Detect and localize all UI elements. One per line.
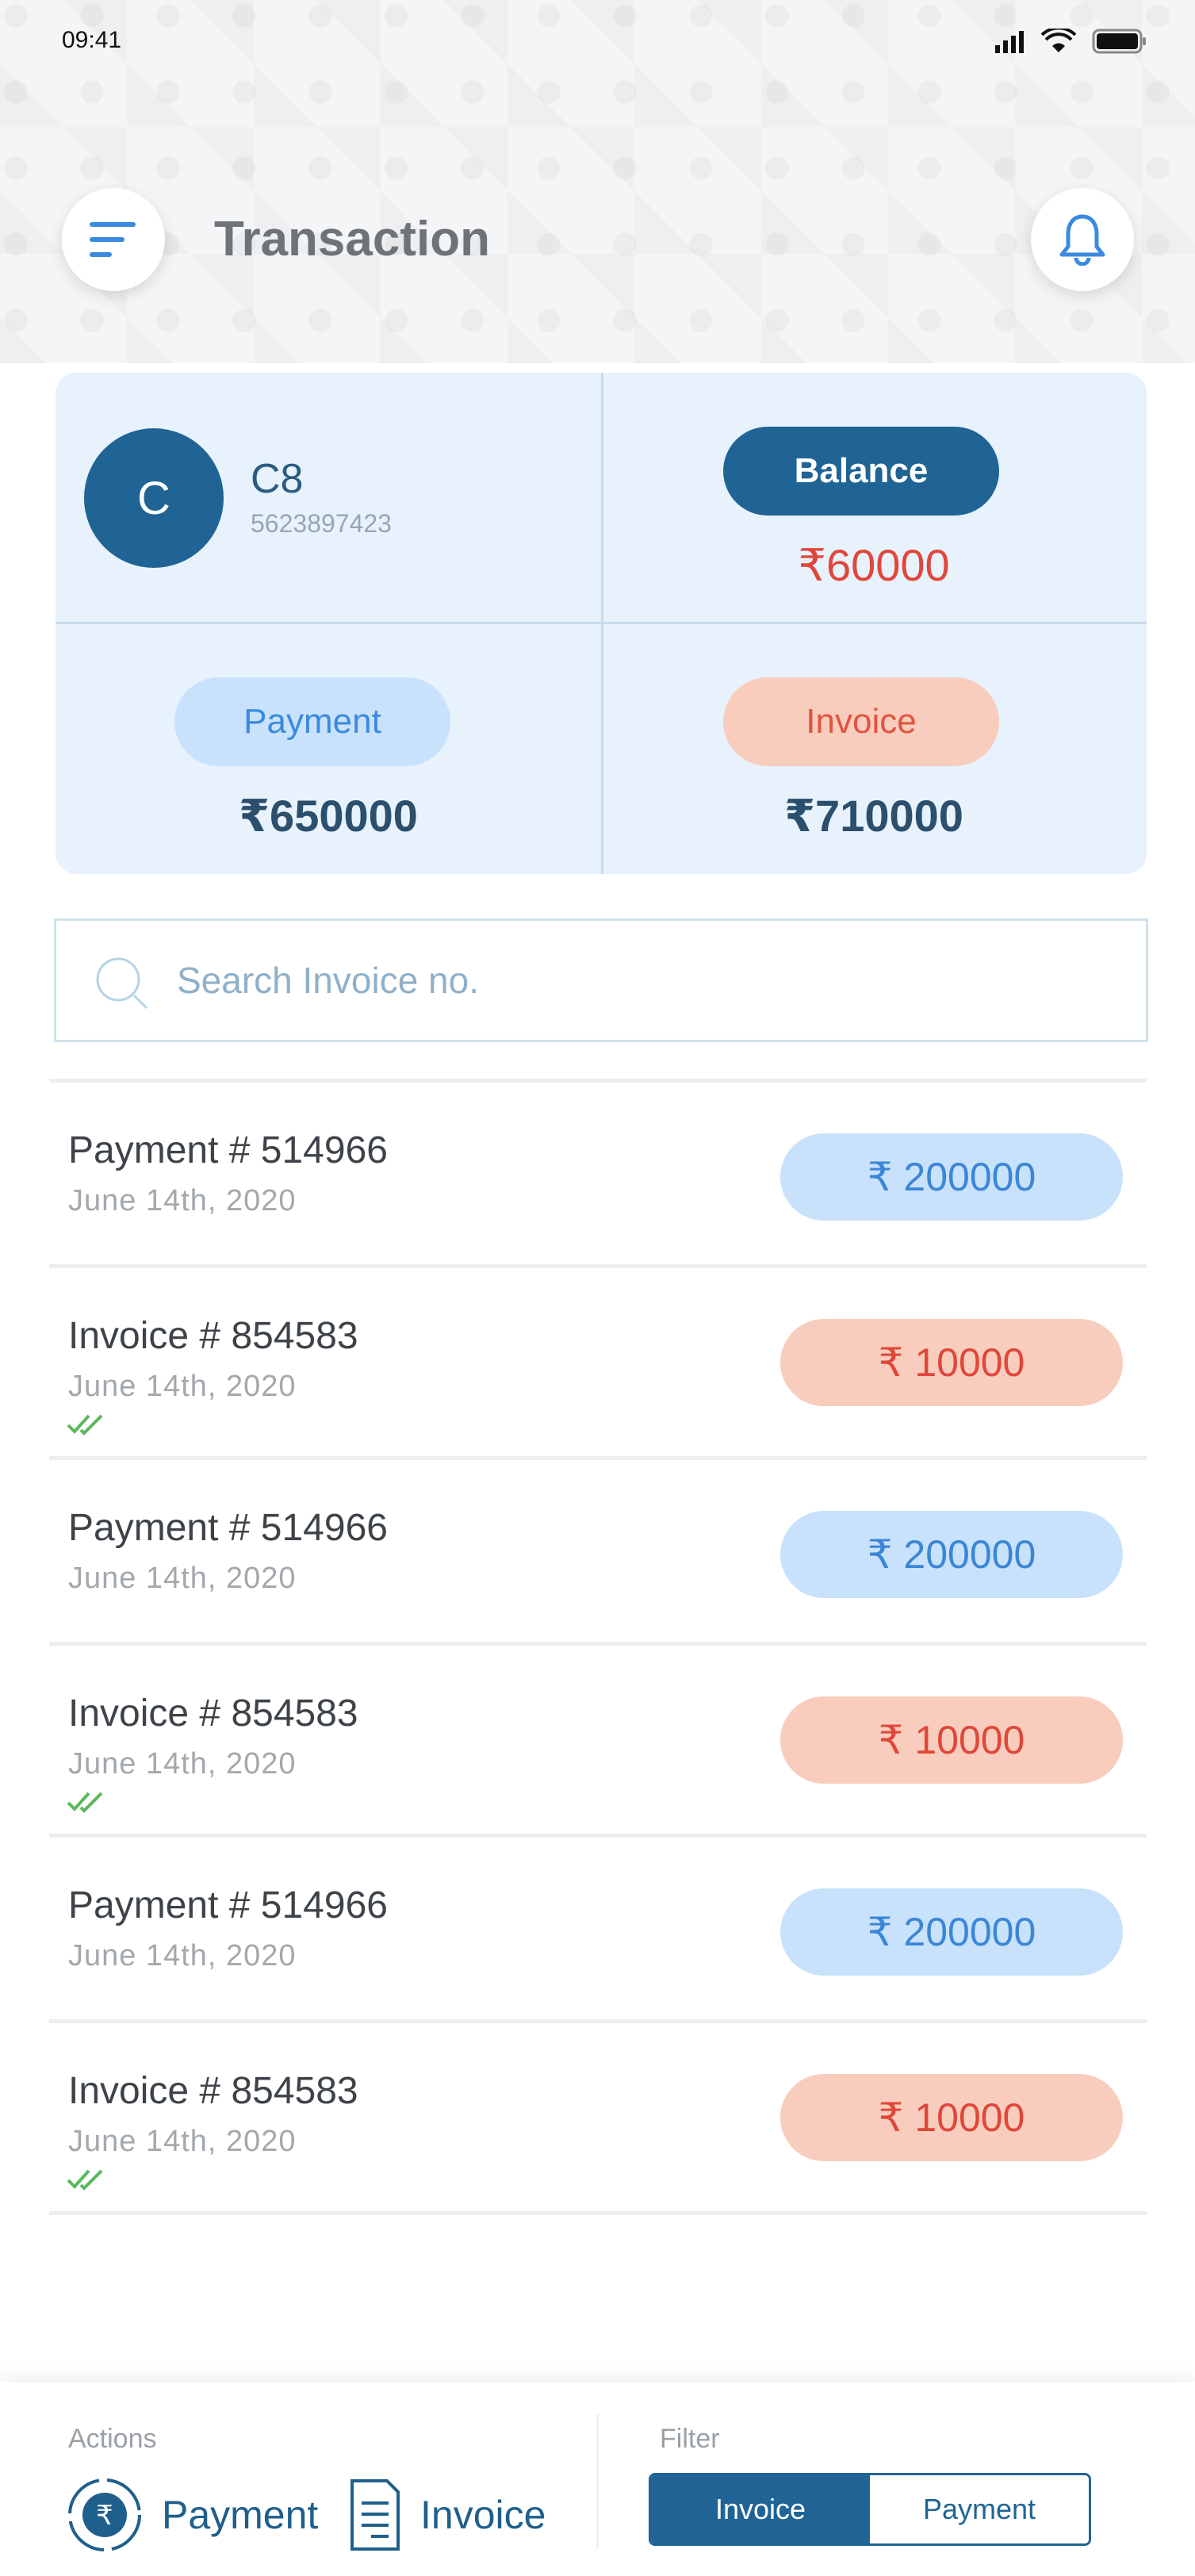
balance-badge: Balance [723, 427, 999, 516]
transaction-row[interactable]: Invoice # 854583 June 14th, 2020 ₹ 10000 [49, 1264, 1147, 1456]
menu-button[interactable] [62, 188, 165, 291]
transaction-amount: ₹ 200000 [780, 1511, 1123, 1598]
status-bar: 09:41 [0, 0, 1195, 79]
transaction-row[interactable]: Payment # 514966 June 14th, 2020 ₹ 20000… [49, 1079, 1147, 1264]
transaction-row[interactable]: Payment # 514966 June 14th, 2020 ₹ 20000… [49, 1834, 1147, 2019]
customer-name: C8 [251, 456, 304, 502]
transaction-date: June 14th, 2020 [68, 1184, 297, 1217]
filter-label: Filter [660, 2424, 720, 2454]
transaction-amount: ₹ 10000 [780, 1319, 1123, 1406]
transaction-row[interactable]: Payment # 514966 June 14th, 2020 ₹ 20000… [49, 1456, 1147, 1642]
document-icon [350, 2479, 400, 2551]
summary-divider-horizontal [56, 622, 1147, 624]
battery-icon [1092, 29, 1146, 54]
customer-phone: 5623897423 [251, 509, 392, 538]
summary-card: C C8 5623897423 Balance ₹60000 Payment ₹… [56, 373, 1147, 874]
balance-amount: ₹60000 [798, 540, 950, 590]
avatar: C [84, 428, 224, 568]
payment-badge: Payment [174, 677, 450, 766]
transaction-date: June 14th, 2020 [68, 1370, 297, 1403]
hamburger-menu-icon [90, 222, 136, 257]
transaction-date: June 14th, 2020 [68, 1562, 297, 1595]
list-divider [49, 2211, 1147, 2215]
header-background: 09:41 Transaction [0, 0, 1195, 363]
transaction-title: Payment # 514966 [68, 1884, 388, 1926]
transaction-list: Payment # 514966 June 14th, 2020 ₹ 20000… [49, 1079, 1147, 2215]
double-check-icon [67, 2169, 103, 2191]
add-payment-button[interactable]: ₹ Payment [65, 2471, 318, 2559]
transaction-date: June 14th, 2020 [68, 1747, 297, 1781]
status-icons [994, 29, 1147, 54]
transaction-row[interactable]: Invoice # 854583 June 14th, 2020 ₹ 10000 [49, 1642, 1147, 1834]
page-title: Transaction [214, 212, 490, 266]
invoice-total: ₹710000 [784, 791, 963, 841]
add-invoice-label: Invoice [420, 2493, 546, 2537]
add-invoice-button[interactable]: Invoice [347, 2471, 546, 2559]
actions-label: Actions [68, 2424, 157, 2454]
bottom-divider [596, 2414, 599, 2549]
svg-text:₹: ₹ [96, 2500, 113, 2532]
payment-total: ₹650000 [239, 791, 418, 841]
rupee-cycle-icon: ₹ [68, 2478, 141, 2551]
transaction-date: June 14th, 2020 [68, 2125, 297, 2158]
search-input[interactable] [177, 921, 1128, 1040]
transaction-title: Invoice # 854583 [68, 1315, 358, 1357]
transaction-amount: ₹ 10000 [780, 2074, 1123, 2161]
notifications-button[interactable] [1031, 188, 1134, 291]
transaction-amount: ₹ 10000 [780, 1696, 1123, 1784]
search-icon [96, 957, 148, 1010]
filter-toggle: Invoice Payment [649, 2473, 1091, 2546]
invoice-badge: Invoice [723, 677, 999, 766]
double-check-icon [67, 1792, 103, 1813]
status-time: 09:41 [62, 27, 122, 53]
wifi-icon [1041, 29, 1076, 52]
bottom-bar: Actions Filter ₹ Payment Invoice Invoice… [0, 2382, 1195, 2576]
filter-payment-button[interactable]: Payment [870, 2475, 1089, 2543]
transaction-title: Invoice # 854583 [68, 1692, 358, 1735]
transaction-amount: ₹ 200000 [780, 1888, 1123, 1976]
transaction-title: Payment # 514966 [68, 1507, 388, 1549]
filter-invoice-button[interactable]: Invoice [651, 2475, 870, 2543]
transaction-title: Invoice # 854583 [68, 2070, 358, 2112]
search-box [54, 918, 1148, 1042]
add-payment-label: Payment [162, 2493, 319, 2537]
transaction-title: Payment # 514966 [68, 1129, 388, 1171]
transaction-amount: ₹ 200000 [780, 1133, 1123, 1221]
bell-icon [1059, 214, 1105, 266]
transaction-row[interactable]: Invoice # 854583 June 14th, 2020 ₹ 10000 [49, 2019, 1147, 2211]
transaction-date: June 14th, 2020 [68, 1939, 297, 1972]
double-check-icon [67, 1414, 103, 1436]
signal-icon [995, 31, 1024, 53]
